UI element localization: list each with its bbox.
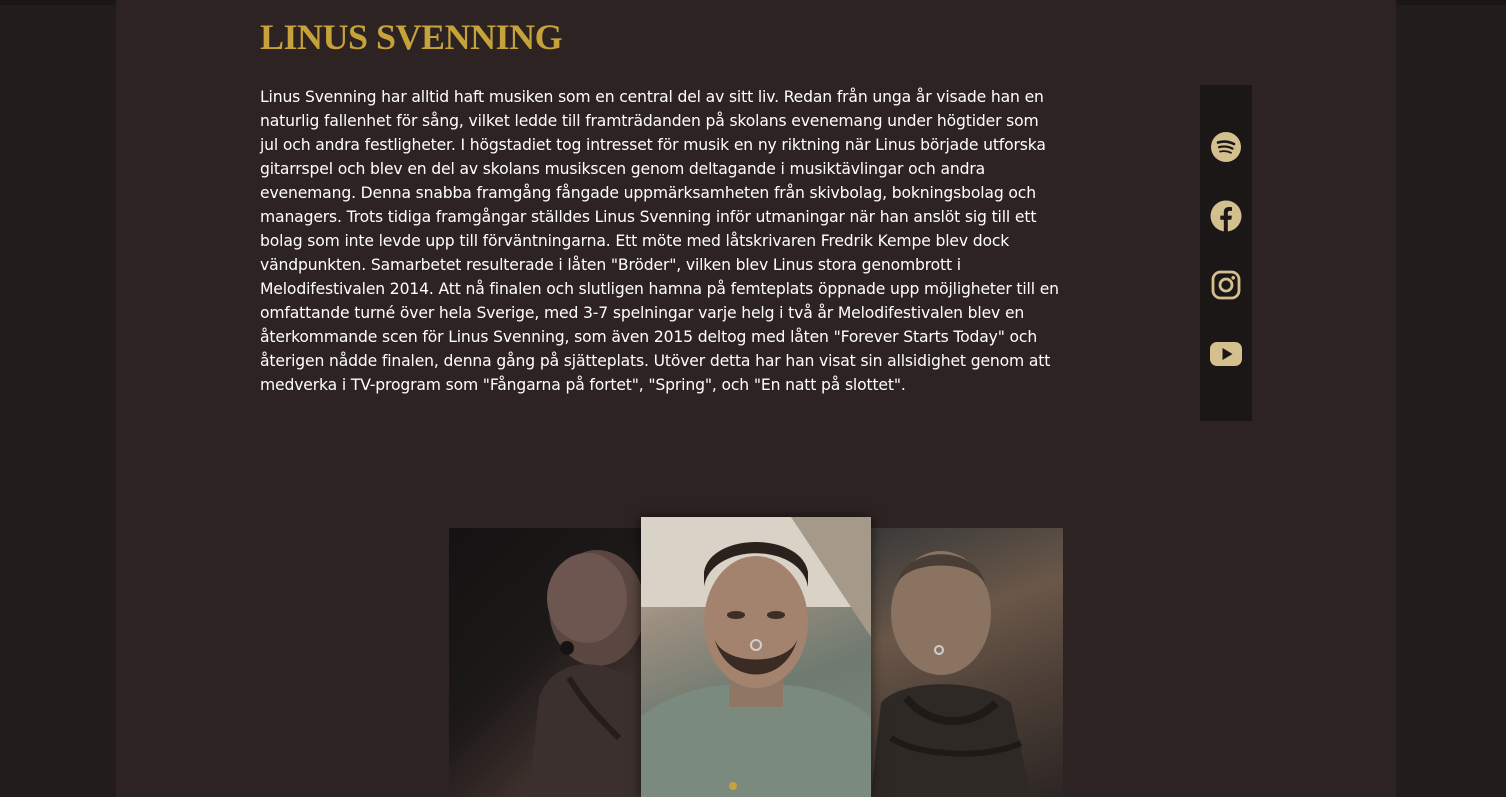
photo-center[interactable]: [641, 517, 871, 797]
instagram-icon[interactable]: [1210, 269, 1242, 301]
portrait-tattoo-image: [871, 551, 1031, 797]
page-title: LINUS SVENNING: [260, 17, 563, 57]
photo-left[interactable]: [449, 528, 641, 797]
portrait-profile-image: [529, 550, 641, 797]
carousel-dot[interactable]: [729, 782, 737, 790]
photo-right[interactable]: [871, 528, 1063, 797]
social-bar: [1200, 85, 1252, 421]
bio-text: Linus Svenning har alltid haft musiken s…: [260, 88, 1059, 394]
spotify-icon[interactable]: [1210, 131, 1242, 163]
youtube-icon[interactable]: [1210, 338, 1242, 370]
facebook-icon[interactable]: [1210, 200, 1242, 232]
portrait-front-image: [641, 517, 871, 797]
